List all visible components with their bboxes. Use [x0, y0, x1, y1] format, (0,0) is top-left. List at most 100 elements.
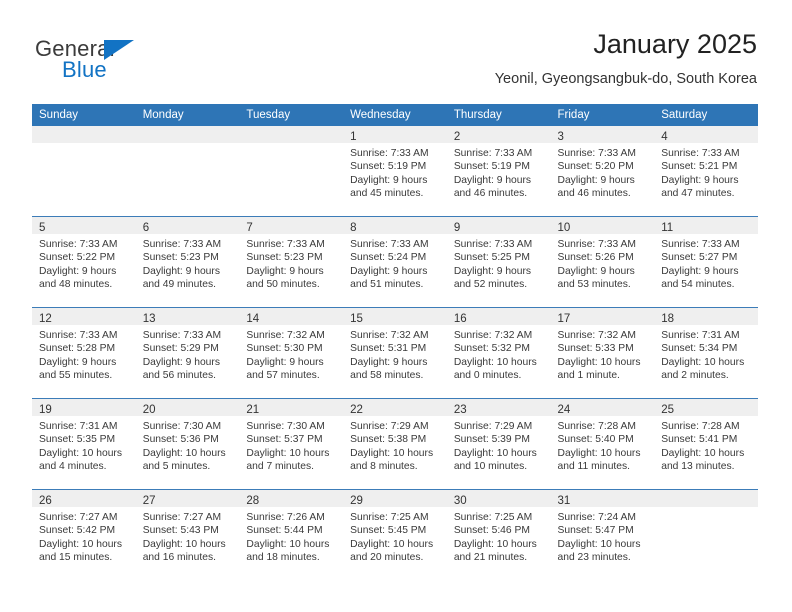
calendar-day-cell[interactable]: 23 Sunrise: 7:29 AM Sunset: 5:39 PM Dayligh… [446, 398, 551, 490]
day-number-band: 26 [32, 490, 136, 507]
day-detail-line: Sunset: 5:39 PM [453, 434, 530, 446]
day-number: 29 [350, 495, 363, 507]
day-number: 12 [39, 313, 52, 325]
calendar-day-cell[interactable] [32, 126, 136, 217]
page-header: General Blue January 2025 Yeonil, Gyeong… [0, 0, 792, 100]
day-detail-line: and 46 minutes. [557, 188, 631, 200]
calendar-day-cell[interactable]: 17 Sunrise: 7:32 AM Sunset: 5:33 PM Dayligh… [550, 307, 655, 399]
day-number: 27 [142, 495, 156, 507]
calendar-day-cell[interactable]: 19 Sunrise: 7:31 AM Sunset: 5:35 PM Dayligh… [32, 398, 136, 490]
day-cell-content: 27 Sunrise: 7:27 AM Sunset: 5:43 PM Dayligh… [135, 490, 240, 579]
day-detail-line: Sunset: 5:40 PM [557, 434, 634, 446]
day-cell-content: 24 Sunrise: 7:28 AM Sunset: 5:40 PM Dayligh… [550, 399, 655, 488]
calendar-day-cell[interactable]: 13 Sunrise: 7:33 AM Sunset: 5:29 PM Dayligh… [135, 307, 240, 399]
day-cell-content: 20 Sunrise: 7:30 AM Sunset: 5:36 PM Dayligh… [135, 399, 240, 488]
day-number-band [135, 126, 240, 143]
calendar-day-cell[interactable]: 30 Sunrise: 7:25 AM Sunset: 5:46 PM Dayligh… [446, 489, 551, 580]
day-cell-content: 19 Sunrise: 7:31 AM Sunset: 5:35 PM Dayligh… [32, 399, 136, 488]
calendar-day-cell[interactable] [239, 126, 344, 217]
day-detail-lines [32, 143, 136, 147]
day-detail-line: and 15 minutes. [39, 552, 113, 564]
day-detail-lines: Sunrise: 7:32 AM Sunset: 5:32 PM Daylight:… [447, 325, 551, 383]
calendar-day-cell[interactable]: 24 Sunrise: 7:28 AM Sunset: 5:40 PM Dayligh… [550, 398, 655, 490]
calendar-body: 1 Sunrise: 7:33 AM Sunset: 5:19 PM Daylight… [32, 126, 758, 580]
day-detail-line: and 49 minutes. [142, 279, 216, 291]
day-detail-lines: Sunrise: 7:29 AM Sunset: 5:39 PM Daylight:… [447, 416, 551, 474]
day-detail-lines [136, 143, 240, 147]
day-detail-line: and 16 minutes. [142, 552, 216, 564]
day-detail-line: Daylight: 10 hours [39, 447, 122, 459]
calendar-day-cell[interactable]: 20 Sunrise: 7:30 AM Sunset: 5:36 PM Dayligh… [135, 398, 240, 490]
calendar-day-cell[interactable]: 7 Sunrise: 7:33 AM Sunset: 5:23 PM Daylight… [239, 216, 344, 308]
calendar-day-cell[interactable]: 11 Sunrise: 7:33 AM Sunset: 5:27 PM Dayligh… [654, 216, 758, 308]
weekday-header-monday: Monday [135, 104, 240, 126]
calendar-day-cell[interactable] [654, 489, 758, 580]
calendar-day-cell[interactable]: 18 Sunrise: 7:31 AM Sunset: 5:34 PM Dayligh… [654, 307, 758, 399]
calendar-day-cell[interactable]: 6 Sunrise: 7:33 AM Sunset: 5:23 PM Daylight… [135, 216, 240, 308]
day-detail-line: Sunset: 5:31 PM [350, 343, 427, 355]
day-detail-line: Sunrise: 7:31 AM [39, 421, 118, 432]
day-detail-line: Daylight: 10 hours [350, 538, 434, 550]
day-detail-line: Daylight: 9 hours [453, 265, 532, 277]
calendar-day-cell[interactable]: 14 Sunrise: 7:32 AM Sunset: 5:30 PM Dayligh… [239, 307, 344, 399]
calendar-day-cell[interactable] [135, 126, 240, 217]
location-subtitle: Yeonil, Gyeongsangbuk-do, South Korea [494, 71, 757, 87]
calendar-day-cell[interactable]: 28 Sunrise: 7:26 AM Sunset: 5:44 PM Dayligh… [239, 489, 344, 580]
calendar-day-cell[interactable]: 26 Sunrise: 7:27 AM Sunset: 5:42 PM Dayligh… [32, 489, 136, 580]
calendar-day-cell[interactable]: 2 Sunrise: 7:33 AM Sunset: 5:19 PM Daylight… [446, 126, 551, 217]
day-detail-line: Daylight: 10 hours [453, 538, 537, 550]
day-number: 11 [661, 222, 674, 234]
day-cell-content: 15 Sunrise: 7:32 AM Sunset: 5:31 PM Dayligh… [343, 308, 447, 397]
logo-text-blue: Blue [62, 57, 107, 82]
calendar-day-cell[interactable]: 25 Sunrise: 7:28 AM Sunset: 5:41 PM Dayligh… [654, 398, 758, 490]
day-cell-content [32, 126, 136, 215]
day-detail-line: Daylight: 9 hours [350, 265, 428, 277]
day-number-band: 17 [550, 308, 655, 325]
day-detail-line: Sunrise: 7:33 AM [350, 148, 429, 159]
day-detail-line: and 55 minutes. [39, 370, 113, 382]
day-number-band: 22 [343, 399, 447, 416]
calendar-day-cell[interactable]: 27 Sunrise: 7:27 AM Sunset: 5:43 PM Dayligh… [135, 489, 240, 580]
day-number: 17 [557, 313, 571, 325]
calendar-day-cell[interactable]: 4 Sunrise: 7:33 AM Sunset: 5:21 PM Daylight… [654, 126, 758, 217]
calendar-day-cell[interactable]: 9 Sunrise: 7:33 AM Sunset: 5:25 PM Daylight… [446, 216, 551, 308]
calendar-week-row: 26 Sunrise: 7:27 AM Sunset: 5:42 PM Dayligh… [32, 489, 758, 580]
day-detail-line: and 51 minutes. [350, 279, 424, 291]
day-number: 7 [246, 222, 253, 234]
day-detail-line: Sunset: 5:30 PM [246, 343, 323, 355]
page-title: January 2025 [593, 29, 757, 59]
day-detail-lines: Sunrise: 7:27 AM Sunset: 5:43 PM Daylight:… [136, 507, 240, 565]
calendar-day-cell[interactable]: 22 Sunrise: 7:29 AM Sunset: 5:38 PM Dayligh… [343, 398, 447, 490]
day-detail-line: Daylight: 10 hours [39, 538, 122, 550]
day-detail-line: Daylight: 10 hours [661, 447, 745, 459]
calendar-day-cell[interactable]: 1 Sunrise: 7:33 AM Sunset: 5:19 PM Daylight… [343, 126, 447, 217]
day-detail-lines: Sunrise: 7:33 AM Sunset: 5:19 PM Daylight:… [343, 143, 447, 201]
calendar-day-cell[interactable]: 5 Sunrise: 7:33 AM Sunset: 5:22 PM Daylight… [32, 216, 136, 308]
day-number: 20 [142, 404, 156, 416]
day-number-band: 8 [343, 217, 447, 234]
calendar-day-cell[interactable]: 21 Sunrise: 7:30 AM Sunset: 5:37 PM Dayligh… [239, 398, 344, 490]
calendar-day-cell[interactable]: 31 Sunrise: 7:24 AM Sunset: 5:47 PM Dayligh… [550, 489, 655, 580]
day-detail-lines: Sunrise: 7:32 AM Sunset: 5:30 PM Daylight:… [239, 325, 343, 383]
day-detail-line: and 8 minutes. [350, 461, 418, 473]
day-detail-line: Daylight: 10 hours [557, 356, 641, 368]
day-detail-line: Sunset: 5:29 PM [142, 343, 219, 355]
day-cell-content: 18 Sunrise: 7:31 AM Sunset: 5:34 PM Dayligh… [654, 308, 758, 397]
day-number-band: 20 [135, 399, 240, 416]
day-number-band: 13 [135, 308, 240, 325]
day-detail-lines: Sunrise: 7:32 AM Sunset: 5:31 PM Daylight:… [343, 325, 447, 383]
day-number-band: 10 [550, 217, 655, 234]
calendar-day-cell[interactable]: 16 Sunrise: 7:32 AM Sunset: 5:32 PM Dayligh… [446, 307, 551, 399]
day-number-band: 30 [446, 490, 551, 507]
day-detail-line: and 13 minutes. [661, 461, 735, 473]
calendar-day-cell[interactable]: 29 Sunrise: 7:25 AM Sunset: 5:45 PM Dayligh… [343, 489, 447, 580]
day-number-band: 6 [135, 217, 240, 234]
calendar-day-cell[interactable]: 8 Sunrise: 7:33 AM Sunset: 5:24 PM Daylight… [343, 216, 447, 308]
day-cell-content: 21 Sunrise: 7:30 AM Sunset: 5:37 PM Dayligh… [239, 399, 344, 488]
calendar-day-cell[interactable]: 3 Sunrise: 7:33 AM Sunset: 5:20 PM Daylight… [550, 126, 655, 217]
calendar-day-cell[interactable]: 15 Sunrise: 7:32 AM Sunset: 5:31 PM Dayligh… [343, 307, 447, 399]
weekday-header-saturday: Saturday [654, 104, 758, 126]
calendar-day-cell[interactable]: 12 Sunrise: 7:33 AM Sunset: 5:28 PM Dayligh… [32, 307, 136, 399]
day-number: 1 [350, 131, 357, 143]
calendar-day-cell[interactable]: 10 Sunrise: 7:33 AM Sunset: 5:26 PM Dayligh… [550, 216, 655, 308]
